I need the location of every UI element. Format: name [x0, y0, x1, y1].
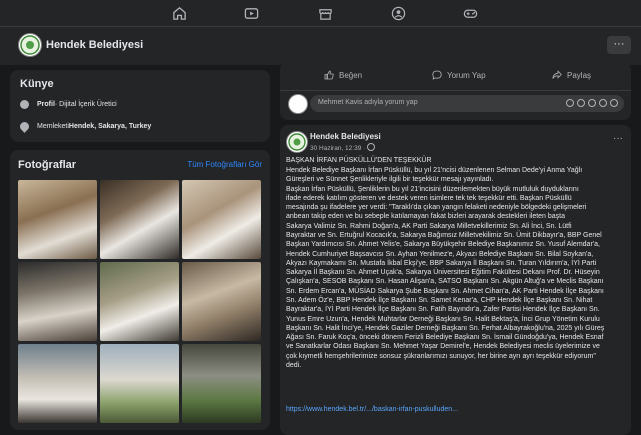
share-icon [552, 70, 562, 79]
photo-thumbnail[interactable] [18, 262, 97, 341]
photo-thumbnail[interactable] [100, 180, 179, 259]
sticker-icon[interactable] [610, 99, 618, 107]
top-navigation-bar [0, 0, 641, 27]
post-author-avatar[interactable] [286, 131, 308, 153]
post-body: Hendek Belediye Başkanı İrfan Püsküllü, … [286, 167, 605, 369]
photo-thumbnail[interactable] [100, 262, 179, 341]
location-prefix: Memleketi [37, 123, 69, 130]
comment-input[interactable]: Mehmet Kavis adıyla yorum yap [310, 95, 624, 112]
location-pin-icon [18, 120, 31, 133]
post-date[interactable]: 30 Haziran, 12:39 · [310, 145, 367, 152]
page-header: Hendek Belediyesi ··· [0, 27, 641, 65]
comment-icon [432, 70, 442, 80]
groups-icon[interactable] [390, 5, 406, 21]
location-row: Memleketi Hendek, Sakarya, Turkey [18, 120, 151, 133]
comment-placeholder: Mehmet Kavis adıyla yorum yap [318, 99, 418, 106]
gif-icon[interactable] [599, 99, 607, 107]
divider [280, 90, 631, 91]
page-title[interactable]: Hendek Belediyesi [46, 39, 143, 51]
avatar-sticker-icon[interactable] [566, 99, 574, 107]
profile-label: Profil [37, 101, 55, 108]
gaming-icon[interactable] [462, 5, 478, 21]
camera-icon[interactable] [588, 99, 596, 107]
like-icon [324, 70, 334, 80]
post-link[interactable]: https://www.hendek.bel.tr/.../baskan-irf… [286, 406, 458, 413]
see-all-photos-link[interactable]: Tüm Fotoğrafları Gör [187, 160, 262, 169]
photos-title: Fotoğraflar [18, 159, 77, 171]
comment-button[interactable]: Yorum Yap [432, 70, 486, 80]
info-icon [20, 100, 29, 109]
share-button[interactable]: Paylaş [552, 70, 591, 80]
user-avatar[interactable] [288, 94, 308, 114]
post-headline: BAŞKAN İRFAN PÜSKÜLLÜ'DEN TEŞEKKÜR [286, 157, 432, 164]
like-button[interactable]: Beğen [324, 70, 362, 80]
marketplace-icon[interactable] [317, 5, 333, 21]
emoji-icon[interactable] [577, 99, 585, 107]
post-timestamp[interactable]: 30 Haziran, 12:39 · [310, 143, 376, 152]
post-card: Hendek Belediyesi 30 Haziran, 12:39 · ··… [280, 125, 631, 435]
location-value[interactable]: Hendek, Sakarya, Turkey [69, 123, 151, 130]
comment-tools [566, 99, 618, 107]
profile-category: · Dijital İçerik Üretici [54, 101, 117, 108]
post-options-button[interactable]: ··· [613, 133, 623, 144]
photo-thumbnail[interactable] [182, 262, 261, 341]
globe-icon [367, 143, 376, 151]
comment-composer: Mehmet Kavis adıyla yorum yap [288, 94, 625, 114]
page-menu-button[interactable]: ··· [607, 36, 631, 54]
comment-label: Yorum Yap [447, 70, 486, 80]
video-icon[interactable] [243, 5, 259, 21]
photo-thumbnail[interactable] [182, 180, 261, 259]
post-author-name[interactable]: Hendek Belediyesi [310, 132, 381, 141]
like-label: Beğen [339, 70, 363, 80]
kunye-card: Künye Profil · Dijital İçerik Üretici Me… [10, 70, 270, 142]
page-avatar[interactable] [18, 33, 42, 57]
kunye-title: Künye [20, 78, 54, 90]
photos-card: Fotoğraflar Tüm Fotoğrafları Gör [10, 150, 270, 430]
photo-thumbnail[interactable] [18, 344, 97, 423]
home-icon[interactable] [171, 5, 187, 21]
previous-post-actions: Beğen Yorum Yap Paylaş Mehmet Kavis adıy… [280, 62, 631, 120]
photo-thumbnail[interactable] [182, 344, 261, 423]
share-label: Paylaş [567, 70, 592, 80]
photo-thumbnail[interactable] [18, 180, 97, 259]
photo-thumbnail[interactable] [100, 344, 179, 423]
profile-row: Profil · Dijital İçerik Üretici [20, 100, 117, 109]
